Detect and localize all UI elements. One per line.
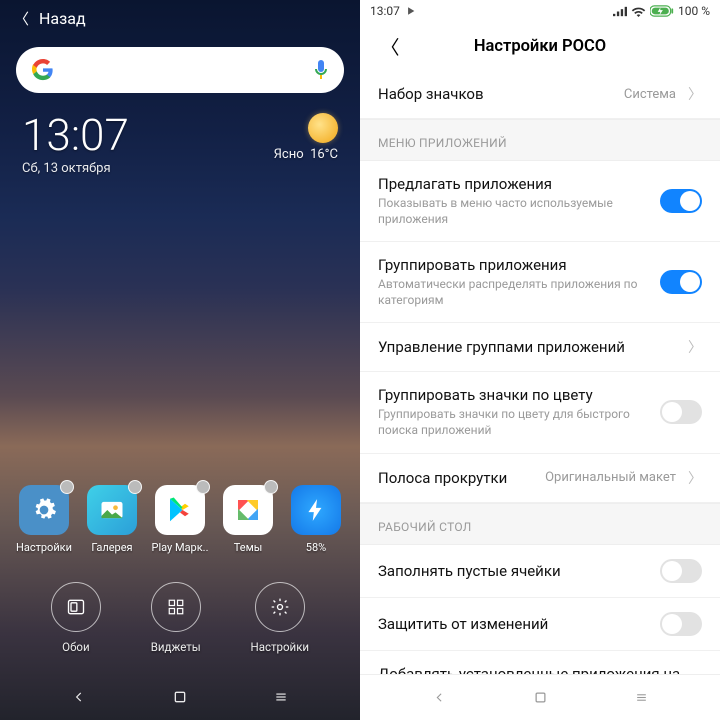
app-label: Темы bbox=[234, 541, 263, 554]
toggle-group-color[interactable] bbox=[660, 400, 702, 424]
row-title: Полоса прокрутки bbox=[378, 469, 535, 487]
row-auto-add[interactable]: Добавлять установленные приложения на Ра… bbox=[360, 651, 720, 674]
clock-weather-widget[interactable]: 13:07 Сб, 13 октября Ясно 16°C bbox=[0, 93, 360, 176]
launcher-panel: 〈 Назад 13:07 Сб, 13 октября Ясно 16°C Н… bbox=[0, 0, 360, 720]
row-value: Оригинальный макет bbox=[545, 470, 676, 485]
row-fill-empty[interactable]: Заполнять пустые ячейки bbox=[360, 545, 720, 598]
signal-icon bbox=[613, 6, 627, 17]
wallpaper-icon bbox=[66, 597, 86, 617]
nav-home-button[interactable] bbox=[518, 676, 562, 720]
nav-back-button[interactable] bbox=[57, 675, 101, 719]
mic-icon[interactable] bbox=[314, 60, 328, 80]
row-title: Управление группами приложений bbox=[378, 338, 676, 356]
themes-icon bbox=[233, 495, 263, 525]
app-label: Play Марк.. bbox=[152, 541, 209, 554]
settings-panel: 13:07 100 % 〈 Настройки POCO Набор значк… bbox=[360, 0, 720, 720]
page-title: Настройки POCO bbox=[474, 37, 606, 56]
google-logo-icon bbox=[32, 59, 54, 81]
row-group-apps[interactable]: Группировать приложения Автоматически рас… bbox=[360, 242, 720, 323]
status-bar: 13:07 100 % bbox=[360, 0, 720, 22]
toggle-group-apps[interactable] bbox=[660, 270, 702, 294]
play-store-status-icon bbox=[406, 6, 416, 16]
nav-back-button[interactable] bbox=[417, 676, 461, 720]
nav-home-button[interactable] bbox=[158, 675, 202, 719]
option-label: Обои bbox=[62, 640, 89, 654]
nav-recent-button[interactable] bbox=[259, 675, 303, 719]
app-label: Настройки bbox=[16, 541, 72, 554]
back-button[interactable]: 〈 bbox=[370, 22, 410, 70]
toggle-suggest-apps[interactable] bbox=[660, 189, 702, 213]
toggle-fill-empty[interactable] bbox=[660, 559, 702, 583]
option-label: Виджеты bbox=[151, 640, 201, 654]
google-search-bar[interactable] bbox=[16, 47, 344, 93]
row-title: Группировать приложения bbox=[378, 256, 650, 274]
page-header: 〈 Настройки POCO bbox=[360, 22, 720, 70]
status-time: 13:07 bbox=[370, 4, 400, 18]
back-bar[interactable]: 〈 Назад bbox=[0, 0, 360, 37]
option-settings[interactable]: Настройки bbox=[251, 582, 310, 654]
row-title: Набор значков bbox=[378, 85, 614, 103]
app-settings[interactable]: Настройки bbox=[14, 485, 74, 554]
back-arrow-icon: 〈 bbox=[14, 8, 29, 29]
section-desktop: РАБОЧИЙ СТОЛ bbox=[360, 503, 720, 545]
notification-badge-icon bbox=[264, 480, 278, 494]
clock-time: 13:07 bbox=[22, 113, 129, 157]
chevron-right-icon: 〉 bbox=[688, 337, 702, 357]
notification-badge-icon bbox=[60, 480, 74, 494]
row-scrollbar[interactable]: Полоса прокрутки Оригинальный макет 〉 bbox=[360, 454, 720, 503]
option-widgets[interactable]: Виджеты bbox=[151, 582, 201, 654]
notification-badge-icon bbox=[128, 480, 142, 494]
chevron-right-icon: 〉 bbox=[688, 84, 702, 104]
speed-icon bbox=[303, 497, 329, 523]
app-play-store[interactable]: Play Марк.. bbox=[150, 485, 210, 554]
row-manage-groups[interactable]: Управление группами приложений 〉 bbox=[360, 323, 720, 372]
app-row: Настройки Галерея Play Марк.. Темы 58% bbox=[0, 485, 360, 554]
back-label: Назад bbox=[39, 9, 86, 28]
battery-text: 100 % bbox=[678, 4, 710, 18]
row-suggest-apps[interactable]: Предлагать приложения Показывать в меню ч… bbox=[360, 161, 720, 242]
row-group-by-color[interactable]: Группировать значки по цвету Группировать… bbox=[360, 372, 720, 453]
section-apps-menu: МЕНЮ ПРИЛОЖЕНИЙ bbox=[360, 119, 720, 161]
app-label: Галерея bbox=[91, 541, 132, 554]
weather-sun-icon bbox=[308, 113, 338, 143]
wifi-icon bbox=[631, 6, 646, 17]
app-themes[interactable]: Темы bbox=[218, 485, 278, 554]
battery-icon bbox=[650, 5, 674, 17]
clock-date: Сб, 13 октября bbox=[22, 161, 129, 176]
gallery-icon bbox=[98, 496, 126, 524]
row-title: Добавлять установленные приложения на Ра… bbox=[378, 665, 702, 674]
row-icon-set[interactable]: Набор значков Система 〉 bbox=[360, 70, 720, 119]
app-label: 58% bbox=[306, 541, 326, 554]
chevron-right-icon: 〉 bbox=[688, 468, 702, 488]
row-subtitle: Показывать в меню часто используемые при… bbox=[378, 196, 650, 227]
widgets-icon bbox=[167, 598, 185, 616]
notification-badge-icon bbox=[196, 480, 210, 494]
row-value: Система bbox=[624, 87, 676, 102]
row-title: Защитить от изменений bbox=[378, 615, 650, 633]
settings-list: Набор значков Система 〉 МЕНЮ ПРИЛОЖЕНИЙ … bbox=[360, 70, 720, 674]
row-title: Группировать значки по цвету bbox=[378, 386, 650, 404]
option-wallpaper[interactable]: Обои bbox=[51, 582, 101, 654]
row-protect[interactable]: Защитить от изменений bbox=[360, 598, 720, 651]
toggle-protect[interactable] bbox=[660, 612, 702, 636]
row-title: Предлагать приложения bbox=[378, 175, 650, 193]
row-subtitle: Автоматически распределять приложения по… bbox=[378, 277, 650, 308]
app-gallery[interactable]: Галерея bbox=[82, 485, 142, 554]
launcher-options-row: Обои Виджеты Настройки bbox=[0, 582, 360, 654]
app-cleaner[interactable]: 58% bbox=[286, 485, 346, 554]
system-navbar bbox=[0, 674, 360, 720]
play-icon bbox=[165, 495, 195, 525]
nav-recent-button[interactable] bbox=[619, 676, 663, 720]
weather-text: Ясно 16°C bbox=[274, 147, 338, 162]
option-label: Настройки bbox=[251, 640, 310, 654]
row-subtitle: Группировать значки по цвету для быстрог… bbox=[378, 407, 650, 438]
settings-icon bbox=[270, 597, 290, 617]
system-navbar bbox=[360, 674, 720, 720]
row-title: Заполнять пустые ячейки bbox=[378, 562, 650, 580]
gear-icon bbox=[31, 497, 57, 523]
